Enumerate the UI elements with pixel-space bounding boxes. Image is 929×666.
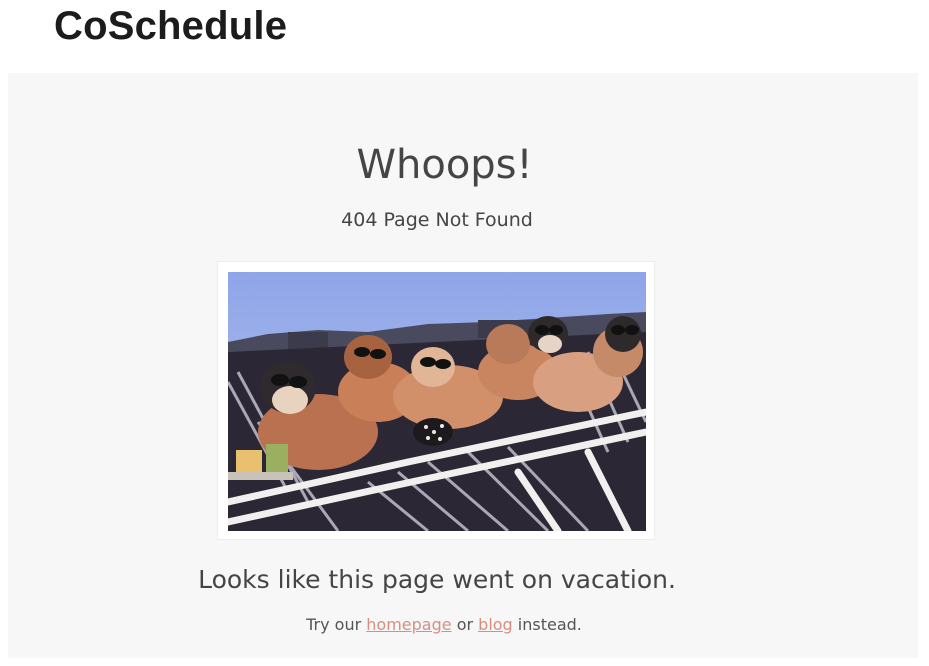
suggestion-middle: or xyxy=(451,615,479,634)
suggestion-prefix: Try our xyxy=(306,615,367,634)
error-message: Looks like this page went on vacation. xyxy=(198,565,676,594)
suggestion-suffix: instead. xyxy=(512,615,582,634)
suggestion-text: Try our homepage or blog instead. xyxy=(8,614,880,636)
homepage-link[interactable]: homepage xyxy=(366,615,451,634)
blog-link[interactable]: blog xyxy=(478,615,513,634)
sunbathing-dogs-image xyxy=(228,272,646,531)
error-code: 404 Page Not Found xyxy=(341,209,533,231)
error-heading: Whoops! xyxy=(356,142,533,188)
error-image-frame xyxy=(217,261,655,540)
site-logo[interactable]: CoSchedule xyxy=(54,2,287,50)
error-panel: Whoops! 404 Page Not Found Looks like th… xyxy=(8,73,918,658)
